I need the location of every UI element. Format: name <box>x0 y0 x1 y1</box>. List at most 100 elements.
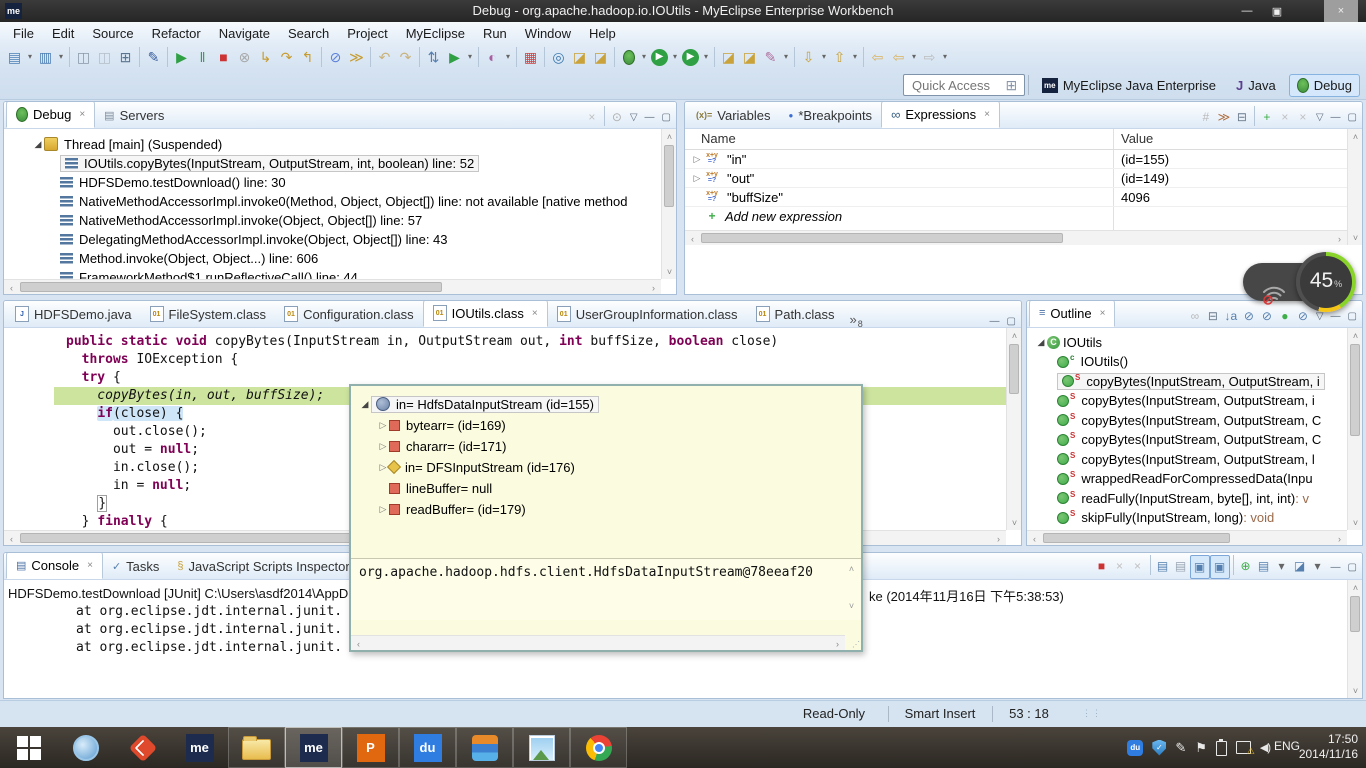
outline-tab-outline[interactable]: ≡Outline× <box>1029 300 1115 327</box>
menu-source[interactable]: Source <box>83 26 142 41</box>
scroll-down-arrow[interactable]: ˅ <box>662 264 677 279</box>
outline-item[interactable]: SskipFully(InputStream, long) : void <box>1057 509 1274 527</box>
outline-item[interactable]: ScopyBytes(InputStream, OutputStream, i <box>1057 392 1315 410</box>
tree-expander-icon[interactable]: ▷ <box>377 441 389 452</box>
print-icon[interactable]: ⊞ <box>115 46 136 68</box>
outline-row[interactable]: ScopyBytes(InputStream, OutputStream, C <box>1057 413 1321 428</box>
taskbar-app-blue-circle[interactable] <box>57 727 114 768</box>
display-console-dropdown-icon[interactable]: ▾ <box>1273 555 1291 577</box>
expressions-view-menu-icon[interactable]: ▽ <box>1316 112 1324 123</box>
remove-all-expressions-icon[interactable]: × <box>1294 106 1312 128</box>
run-launch-icon[interactable]: ▶ <box>651 49 668 66</box>
console-minimize-icon[interactable]: — <box>1331 562 1341 573</box>
tree-expander-icon[interactable]: ▷ <box>377 504 389 515</box>
scroll-up-arrow[interactable]: ˄ <box>844 561 859 576</box>
outline-item[interactable]: ◢CIOUtils <box>1035 333 1102 351</box>
import-dropdown-icon[interactable]: ▾ <box>819 46 829 68</box>
frame-row[interactable]: HDFSDemo.testDownload() line: 30 <box>60 175 286 190</box>
new-wizard-dropdown-icon[interactable]: ▾ <box>56 46 66 68</box>
disconnect-icon[interactable]: ⊗ <box>234 46 255 68</box>
stack-frame[interactable]: NativeMethodAccessorImpl.invoke(Object, … <box>60 211 422 229</box>
console-vertical-scrollbar[interactable]: ˄ ˅ <box>1347 580 1362 698</box>
resume-icon[interactable]: ▶ <box>171 46 192 68</box>
expressions-minimize-icon[interactable]: — <box>1331 112 1341 123</box>
expression-row[interactable]: ▷x+y=?"in"(id=155) <box>685 150 1347 168</box>
debug-view-menu-icon[interactable]: ▽ <box>630 112 638 123</box>
outline-minimize-icon[interactable]: — <box>1331 311 1341 322</box>
debug-minimize-icon[interactable]: — <box>645 112 655 123</box>
popup-row[interactable]: readBuffer= (id=179) <box>389 502 526 517</box>
scroll-down-arrow[interactable]: ˅ <box>1007 515 1022 530</box>
run-java-dropdown-icon[interactable]: ▾ <box>465 46 475 68</box>
annotate-brush-icon[interactable]: ✎ <box>760 46 781 68</box>
collapse-all-icon[interactable]: ⊟ <box>1233 106 1251 128</box>
scroll-up-arrow[interactable]: ˄ <box>1348 580 1363 595</box>
remove-all-terminated-icon[interactable]: × <box>583 106 601 128</box>
outline-horizontal-scrollbar[interactable]: ‹ › <box>1027 530 1347 545</box>
terminate-icon[interactable]: ■ <box>213 46 234 68</box>
expressions-tab-expressions[interactable]: ∞Expressions× <box>881 101 1000 128</box>
taskbar-file-explorer[interactable] <box>228 727 285 768</box>
popup-variable-row[interactable]: ▷bytearr= (id=169) <box>377 415 506 435</box>
editor-tab-ioutils-class[interactable]: 01IOUtils.class× <box>423 300 548 327</box>
speaker-icon[interactable]: ◀) <box>1260 741 1270 754</box>
baidu-tray-icon[interactable]: du <box>1127 740 1143 756</box>
export-icon[interactable]: ⇧ <box>829 46 850 68</box>
step-over-icon[interactable]: ↷ <box>276 46 297 68</box>
menu-search[interactable]: Search <box>279 26 338 41</box>
server-folder-icon[interactable]: ◪ <box>590 46 611 68</box>
menu-myeclipse[interactable]: MyEclipse <box>397 26 474 41</box>
scroll-up-arrow[interactable]: ˄ <box>1348 328 1363 343</box>
pin-console-icon[interactable]: ⊕ <box>1237 555 1255 577</box>
editor-tab-usergroupinformation-class[interactable]: 01UserGroupInformation.class <box>548 301 747 327</box>
next-annotation-icon[interactable]: ↷ <box>395 46 416 68</box>
clear-console-icon[interactable]: ▤ <box>1154 555 1172 577</box>
stack-frame[interactable]: FrameworkMethod$1.runReflectiveCall() li… <box>60 268 358 279</box>
sync-views-icon[interactable]: ⇅ <box>423 46 444 68</box>
display-selected-console-icon[interactable]: ▤ <box>1255 555 1273 577</box>
popup-variable-row[interactable]: ▷in= DFSInputStream (id=176) <box>377 457 575 477</box>
menu-navigate[interactable]: Navigate <box>210 26 279 41</box>
scroll-right-arrow[interactable]: › <box>830 636 845 651</box>
outline-item[interactable]: SreadFully(InputStream, byte[], int, int… <box>1057 489 1309 507</box>
tree-expander-icon[interactable]: ◢ <box>32 139 44 150</box>
mark-occurrences-icon[interactable]: ✎ <box>143 46 164 68</box>
export-dropdown-icon[interactable]: ▾ <box>850 46 860 68</box>
expression-row[interactable]: ▷x+y=?"out"(id=149) <box>685 169 1347 187</box>
outline-row[interactable]: ScopyBytes(InputStream, OutputStream, C <box>1057 432 1321 447</box>
frame-row[interactable]: DelegatingMethodAccessorImpl.invoke(Obje… <box>60 232 448 247</box>
hide-fields-icon[interactable]: ⊘ <box>1240 305 1258 327</box>
step-return-icon[interactable]: ↰ <box>297 46 318 68</box>
stack-frame[interactable]: NativeMethodAccessorImpl.invoke0(Method,… <box>60 192 627 210</box>
expressions-tab-breakpoints[interactable]: ●*Breakpoints <box>780 102 882 128</box>
code-line[interactable]: } <box>66 495 107 513</box>
menu-help[interactable]: Help <box>580 26 625 41</box>
code-line[interactable]: out.close(); <box>66 423 207 441</box>
new-dropdown-icon[interactable]: ▾ <box>25 46 35 68</box>
console-tab-javascript-scripts-inspector[interactable]: §JavaScript Scripts Inspector <box>168 553 358 579</box>
outline-row[interactable]: ScopyBytes(InputStream, OutputStream, l <box>1057 452 1315 467</box>
link-with-editor-icon[interactable]: ∞ <box>1186 305 1204 327</box>
popup-row[interactable]: chararr= (id=171) <box>389 439 506 454</box>
run-java-icon[interactable]: ▶ <box>444 46 465 68</box>
scroll-up-arrow[interactable]: ˄ <box>1348 129 1363 144</box>
menu-run[interactable]: Run <box>474 26 516 41</box>
code-line[interactable]: } finally { <box>66 513 168 530</box>
debug-tab-debug[interactable]: Debug× <box>6 101 95 128</box>
outline-item[interactable]: SwrappedReadForCompressedData(Inpu <box>1057 470 1313 488</box>
terminate-icon[interactable]: ■ <box>1093 555 1111 577</box>
open-console-dropdown-icon[interactable]: ▾ <box>1309 555 1327 577</box>
expression-row[interactable]: x+y=?"buffSize"4096 <box>685 188 1347 206</box>
close-window-button[interactable]: × <box>1324 0 1358 22</box>
skip-all-breakpoints-icon[interactable]: ⊘ <box>325 46 346 68</box>
popup-row[interactable]: bytearr= (id=169) <box>389 418 506 433</box>
perspective-java[interactable]: JJava <box>1229 75 1283 96</box>
back-icon[interactable]: ⇦ <box>888 46 909 68</box>
hide-local-types-icon[interactable]: ⊘ <box>1294 305 1312 327</box>
popup-row[interactable]: in= DFSInputStream (id=176) <box>389 460 575 475</box>
editor-maximize-icon[interactable]: ▢ <box>1007 316 1016 327</box>
perspective-debug[interactable]: Debug <box>1289 74 1360 97</box>
close-tab-icon[interactable]: × <box>1100 308 1106 319</box>
scroll-left-arrow[interactable]: ‹ <box>351 636 366 651</box>
tree-expander-icon[interactable]: ▷ <box>377 420 389 431</box>
